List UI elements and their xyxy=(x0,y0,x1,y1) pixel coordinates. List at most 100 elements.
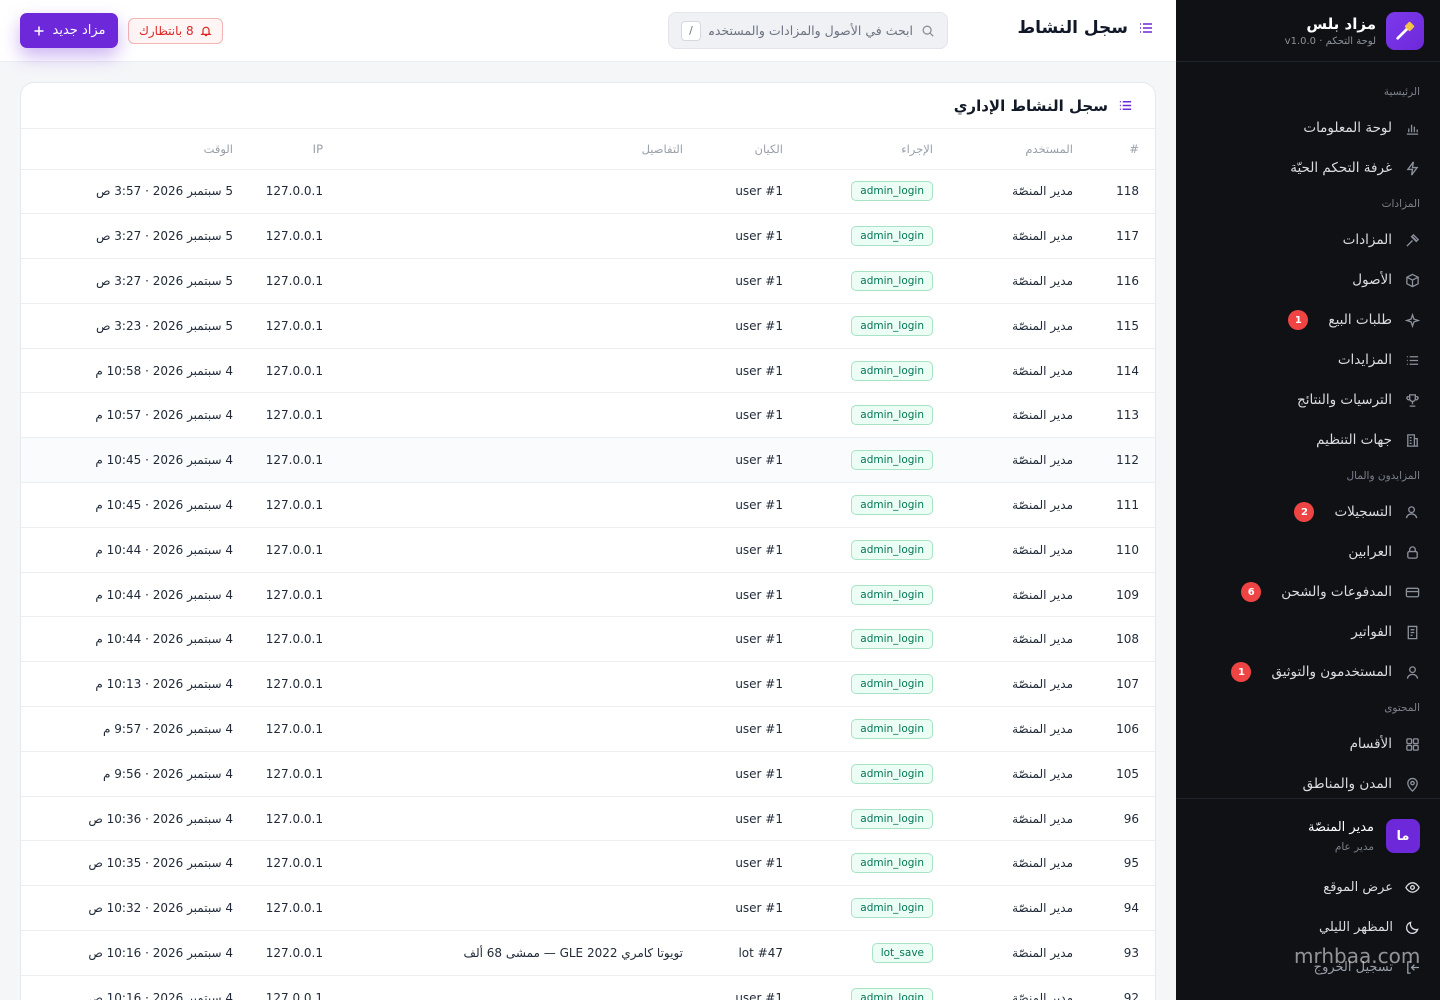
table-row[interactable]: 117 مدير المنصّة admin_login user #1 127… xyxy=(21,213,1155,260)
gavel-logo-icon xyxy=(1386,11,1424,50)
column-header[interactable]: الإجراء xyxy=(793,129,943,170)
sidebar-item-cities[interactable]: المدن والمناطق xyxy=(1176,764,1440,798)
row-ip: 127.0.0.1 xyxy=(243,348,333,394)
table-row[interactable]: 105 مدير المنصّة admin_login user #1 127… xyxy=(21,751,1155,797)
row-ip: 127.0.0.1 xyxy=(243,392,333,439)
plus-icon xyxy=(33,25,45,37)
column-header[interactable]: # xyxy=(1083,129,1155,170)
row-target[interactable]: user #1 xyxy=(693,213,793,260)
row-ip-text: 127.0.0.1 xyxy=(265,587,323,602)
row-id: 92 xyxy=(1083,975,1155,1000)
sidebar-item-awards[interactable]: الترسيات والنتائج xyxy=(1176,380,1440,420)
view-site-label: عرض الموقع xyxy=(1323,879,1393,895)
sidebar-item-invoices[interactable]: الفواتير xyxy=(1176,612,1440,652)
row-action-cell: admin_login xyxy=(793,392,943,439)
sidebar-item-organizers[interactable]: جهات التنظيم xyxy=(1176,420,1440,460)
table-row[interactable]: 106 مدير المنصّة admin_login user #1 127… xyxy=(21,706,1155,752)
table-row[interactable]: 114 مدير المنصّة admin_login user #1 127… xyxy=(21,348,1155,394)
sidebar-item-bids[interactable]: المزايدات xyxy=(1176,340,1440,380)
column-header[interactable]: IP xyxy=(243,129,333,170)
sidebar-item-dashboard[interactable]: لوحة المعلومات xyxy=(1176,108,1440,148)
table-row[interactable]: 93 مدير المنصّة lot_save lot #47 تويوتا … xyxy=(21,930,1155,976)
sidebar-item-label: الأقسام xyxy=(1349,736,1392,752)
row-time: 5 سبتمبر 2026 · 3:27 ص xyxy=(21,258,243,304)
row-id: 106 xyxy=(1083,706,1155,752)
sidebar-item-payments[interactable]: المدفوعات والشحن 6 xyxy=(1176,572,1440,612)
global-search[interactable]: ابحث في الأصول والمزادات والمستخدمين / xyxy=(668,12,948,49)
column-header[interactable]: الكيان xyxy=(693,129,793,170)
row-target[interactable]: user #1 xyxy=(693,751,793,797)
table-row[interactable]: 116 مدير المنصّة admin_login user #1 127… xyxy=(21,258,1155,304)
row-details: تويوتا كامري GLE 2022 — ممشى 68 ألف xyxy=(333,930,693,976)
row-time: 4 سبتمبر 2026 · 10:35 ص xyxy=(21,840,243,887)
row-target[interactable]: user #1 xyxy=(693,616,793,663)
sidebar-item-registrations[interactable]: التسجيلات 2 xyxy=(1176,492,1440,532)
sidebar-item-label: غرفة التحكم الحيّة xyxy=(1290,160,1392,176)
row-target[interactable]: user #1 xyxy=(693,258,793,304)
row-id: 118 xyxy=(1083,169,1155,215)
invoice-icon xyxy=(1404,624,1420,640)
sidebar-item-assets[interactable]: الأصول xyxy=(1176,260,1440,300)
table-row[interactable]: 112 مدير المنصّة admin_login user #1 127… xyxy=(21,437,1155,484)
view-site-link[interactable]: عرض الموقع xyxy=(1196,867,1420,907)
table-row[interactable]: 109 مدير المنصّة admin_login user #1 127… xyxy=(21,572,1155,618)
table-row[interactable]: 95 مدير المنصّة admin_login user #1 127.… xyxy=(21,840,1155,887)
brand[interactable]: مزاد بلس لوحة التحكم · v1.0.0 xyxy=(1176,0,1440,62)
table-row[interactable]: 107 مدير المنصّة admin_login user #1 127… xyxy=(21,661,1155,708)
user-name: مدير المنصّة xyxy=(1308,819,1374,835)
row-target[interactable]: user #1 xyxy=(693,661,793,708)
table-row[interactable]: 94 مدير المنصّة admin_login user #1 127.… xyxy=(21,885,1155,932)
column-header[interactable]: التفاصيل xyxy=(333,129,693,170)
row-user: مدير المنصّة xyxy=(943,796,1083,842)
table-row[interactable]: 118 مدير المنصّة admin_login user #1 127… xyxy=(21,169,1155,215)
column-header[interactable]: المستخدم xyxy=(943,129,1083,170)
table-row[interactable]: 111 مدير المنصّة admin_login user #1 127… xyxy=(21,482,1155,528)
action-badge: admin_login xyxy=(851,853,933,874)
row-target[interactable]: user #1 xyxy=(693,572,793,618)
row-ip: 127.0.0.1 xyxy=(243,303,333,349)
sidebar-item-auctions[interactable]: المزادات xyxy=(1176,220,1440,260)
sidebar-item-sale-requests[interactable]: طلبات البيع 1 xyxy=(1176,300,1440,340)
user-check-icon xyxy=(1404,504,1420,520)
row-target[interactable]: user #1 xyxy=(693,796,793,842)
table-row[interactable]: 92 مدير المنصّة admin_login user #1 127.… xyxy=(21,975,1155,1000)
row-target[interactable]: user #1 xyxy=(693,706,793,752)
row-user: مدير المنصّة xyxy=(943,706,1083,752)
current-user[interactable]: ما مدير المنصّة مدير عام xyxy=(1196,819,1420,853)
table-row[interactable]: 96 مدير المنصّة admin_login user #1 127.… xyxy=(21,796,1155,842)
row-action-cell: admin_login xyxy=(793,840,943,887)
row-id: 110 xyxy=(1083,527,1155,573)
sidebar-nav: الرئيسية لوحة المعلومات غرفة التحكم الحي… xyxy=(1176,62,1440,798)
row-target[interactable]: user #1 xyxy=(693,392,793,439)
row-target[interactable]: user #1 xyxy=(693,482,793,528)
search-input[interactable]: ابحث في الأصول والمزادات والمستخدمين xyxy=(709,23,913,38)
table-row[interactable]: 115 مدير المنصّة admin_login user #1 127… xyxy=(21,303,1155,349)
table-row[interactable]: 110 مدير المنصّة admin_login user #1 127… xyxy=(21,527,1155,573)
row-target[interactable]: user #1 xyxy=(693,437,793,484)
row-target[interactable]: user #1 xyxy=(693,840,793,887)
pending-tasks-button[interactable]: 8 بانتظارك xyxy=(128,18,223,44)
row-target[interactable]: user #1 xyxy=(693,303,793,349)
row-details xyxy=(333,885,693,932)
new-auction-button[interactable]: مزاد جديد xyxy=(20,13,118,48)
column-header[interactable]: الوقت xyxy=(21,129,243,170)
sidebar-item-users[interactable]: المستخدمون والتوثيق 1 xyxy=(1176,652,1440,692)
dark-mode-toggle[interactable]: المظهر الليلي xyxy=(1196,907,1420,947)
row-target[interactable]: user #1 xyxy=(693,169,793,215)
sidebar-item-deposits[interactable]: العرابين xyxy=(1176,532,1440,572)
table-row[interactable]: 108 مدير المنصّة admin_login user #1 127… xyxy=(21,616,1155,663)
sidebar-item-live-room[interactable]: غرفة التحكم الحيّة xyxy=(1176,148,1440,188)
sidebar-item-label: العرابين xyxy=(1348,544,1392,560)
row-target[interactable]: user #1 xyxy=(693,975,793,1000)
row-target[interactable]: lot #47 xyxy=(693,930,793,976)
sidebar-item-categories[interactable]: الأقسام xyxy=(1176,724,1440,764)
row-target[interactable]: user #1 xyxy=(693,527,793,573)
table-row[interactable]: 113 مدير المنصّة admin_login user #1 127… xyxy=(21,392,1155,439)
action-badge: admin_login xyxy=(851,808,933,829)
row-target[interactable]: user #1 xyxy=(693,348,793,394)
row-id: 112 xyxy=(1083,437,1155,484)
sidebar-item-label: لوحة المعلومات xyxy=(1303,120,1392,136)
row-target-text: user #1 xyxy=(735,408,783,423)
row-target[interactable]: user #1 xyxy=(693,885,793,932)
bolt-icon xyxy=(1404,160,1420,176)
